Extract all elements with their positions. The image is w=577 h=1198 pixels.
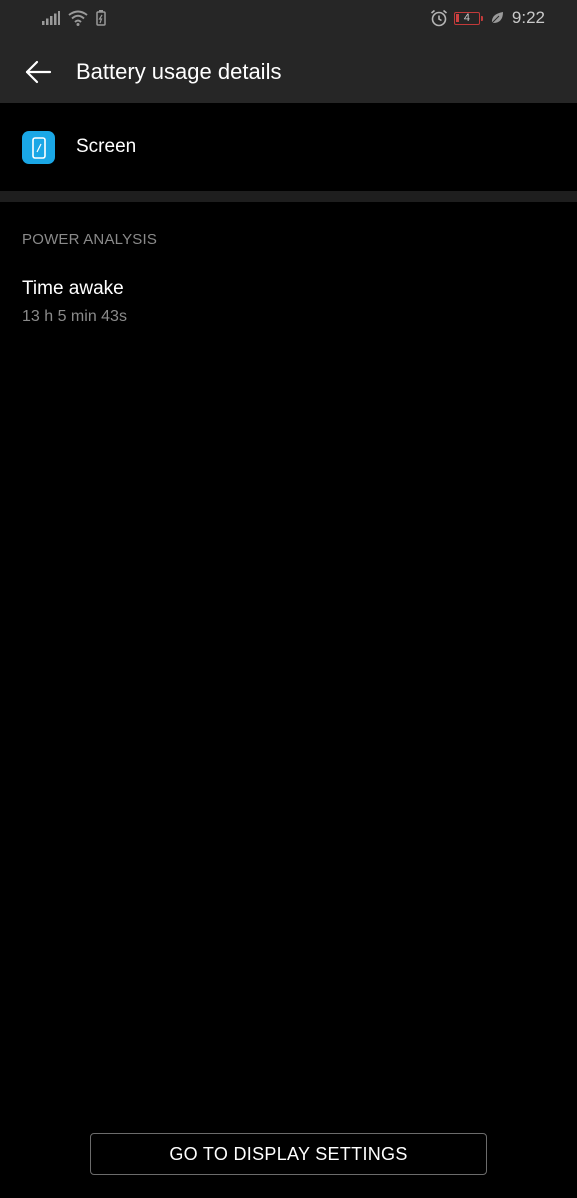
status-bar-right: 4 9:22 (430, 8, 545, 28)
battery-level: 4 (463, 12, 470, 24)
section-header-power-analysis: POWER ANALYSIS (22, 231, 158, 248)
time-awake-title: Time awake (22, 278, 124, 299)
page-title: Battery usage details (76, 59, 282, 84)
section-divider (0, 191, 577, 202)
eco-leaf-icon (490, 11, 504, 25)
signal-icon (42, 11, 60, 25)
battery-fill (455, 13, 459, 22)
alarm-icon (430, 9, 448, 27)
back-button[interactable] (20, 54, 56, 90)
usage-item-label: Screen (76, 136, 137, 157)
usage-item-screen: Screen (0, 103, 577, 191)
status-bar: 4 9:22 (0, 0, 577, 40)
screen-app-icon (22, 131, 55, 164)
time-awake-value: 13 h 5 min 43s (22, 308, 127, 325)
battery-saver-icon (96, 10, 106, 26)
app-bar: Battery usage details (0, 40, 577, 103)
go-to-display-settings-button[interactable]: GO TO DISPLAY SETTINGS (90, 1133, 487, 1175)
wifi-icon (68, 10, 88, 26)
battery-icon: 4 (453, 11, 483, 25)
status-bar-time: 9:22 (511, 8, 545, 27)
back-arrow-icon (25, 60, 52, 84)
status-bar-left (42, 10, 106, 26)
battery-usage-details-page: 4 9:22 Battery usage details Screen POWE… (0, 0, 577, 1198)
